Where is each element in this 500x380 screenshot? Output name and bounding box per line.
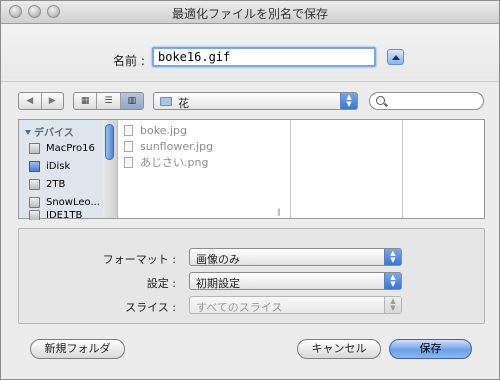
empty-column <box>403 120 484 218</box>
back-button[interactable]: ◀ <box>19 93 41 109</box>
grid-icon: ▦ <box>80 96 90 106</box>
forward-button[interactable]: ▶ <box>40 93 64 109</box>
window-title: 最適化ファイルを別名で保存 <box>171 7 328 21</box>
document-icon <box>124 140 133 152</box>
sidebar-item-ide1tb[interactable]: IDE1TB <box>29 210 82 220</box>
search-field[interactable] <box>369 92 484 110</box>
slices-label: スライス : <box>125 301 176 314</box>
slices-popup: すべてのスライス ▲ ▼ <box>189 296 402 314</box>
chevron-updown-icon: ▲ ▼ <box>340 93 357 109</box>
chevron-updown-icon: ▲ ▼ <box>384 297 401 313</box>
columns-icon: ▥ <box>127 96 137 106</box>
sidebar-item-snowleo[interactable]: SnowLeo... <box>29 194 100 210</box>
sidebar-heading: デバイス <box>25 124 74 139</box>
drive-icon <box>29 196 40 208</box>
collapse-browser-button[interactable] <box>387 49 404 65</box>
title-bar: 最適化ファイルを別名で保存 <box>1 1 499 24</box>
arrow-right-icon: ▶ <box>48 96 56 106</box>
disclosure-triangle-icon <box>25 130 31 135</box>
chevron-updown-icon: ▲ ▼ <box>384 249 401 265</box>
list-item[interactable]: boke.jpg <box>124 122 187 138</box>
chevron-updown-icon: ▲ ▼ <box>384 273 401 289</box>
column-resize-handle[interactable]: || <box>277 208 281 216</box>
save-dialog: 最適化ファイルを別名で保存 名前 : boke16.gif ◀ ▶ ▦ ☰ ▥ … <box>0 0 500 380</box>
new-folder-button[interactable]: 新規フォルダ <box>30 339 125 359</box>
search-icon <box>376 96 385 105</box>
format-popup[interactable]: 画像のみ ▲ ▼ <box>189 248 402 266</box>
filename-label: 名前 : <box>113 54 145 68</box>
sidebar: デバイス MacPro16 iDisk 2TB SnowLeo... IDE1T… <box>19 120 104 220</box>
arrow-left-icon: ◀ <box>26 96 34 106</box>
empty-column <box>291 120 403 218</box>
sidebar-item-2tb[interactable]: 2TB <box>29 176 65 192</box>
file-browser: デバイス MacPro16 iDisk 2TB SnowLeo... IDE1T… <box>18 119 485 220</box>
sidebar-item-macpro16[interactable]: MacPro16 <box>29 140 95 156</box>
divider <box>1 81 499 82</box>
history-navigation: ◀ ▶ <box>18 92 64 110</box>
drive-icon <box>29 210 40 220</box>
location-popup[interactable]: 花 ▲ ▼ <box>153 92 358 110</box>
file-column: boke.jpg sunflower.jpg あじさい.png <box>118 120 291 218</box>
list-item[interactable]: あじさい.png <box>124 154 208 170</box>
save-options-panel: フォーマット : 画像のみ ▲ ▼ 設定 : 初期設定 ▲ ▼ スライス : すべて… <box>18 228 485 324</box>
list-view-button[interactable]: ☰ <box>96 93 119 109</box>
icon-view-button[interactable]: ▦ <box>74 93 96 109</box>
sidebar-scrollbar[interactable] <box>103 120 118 218</box>
list-icon: ☰ <box>104 96 113 106</box>
computer-icon <box>29 142 40 154</box>
view-mode-selector: ▦ ☰ ▥ <box>73 92 144 110</box>
settings-label: 設定 : <box>146 277 176 290</box>
list-item[interactable]: sunflower.jpg <box>124 138 213 154</box>
save-button[interactable]: 保存 <box>389 339 472 359</box>
triangle-up-icon <box>391 54 400 60</box>
filename-input[interactable]: boke16.gif <box>152 47 376 67</box>
idisk-icon <box>29 160 40 172</box>
sidebar-item-idisk[interactable]: iDisk <box>29 158 70 174</box>
document-icon <box>124 156 133 168</box>
cancel-button[interactable]: キャンセル <box>297 339 381 359</box>
drive-icon <box>29 178 40 190</box>
settings-popup[interactable]: 初期設定 ▲ ▼ <box>189 272 402 290</box>
scroll-thumb[interactable] <box>105 124 114 160</box>
folder-icon <box>160 97 172 106</box>
format-label: フォーマット : <box>102 253 176 266</box>
document-icon <box>124 124 133 136</box>
column-view-button[interactable]: ▥ <box>119 93 143 109</box>
location-label: 花 <box>178 97 189 110</box>
